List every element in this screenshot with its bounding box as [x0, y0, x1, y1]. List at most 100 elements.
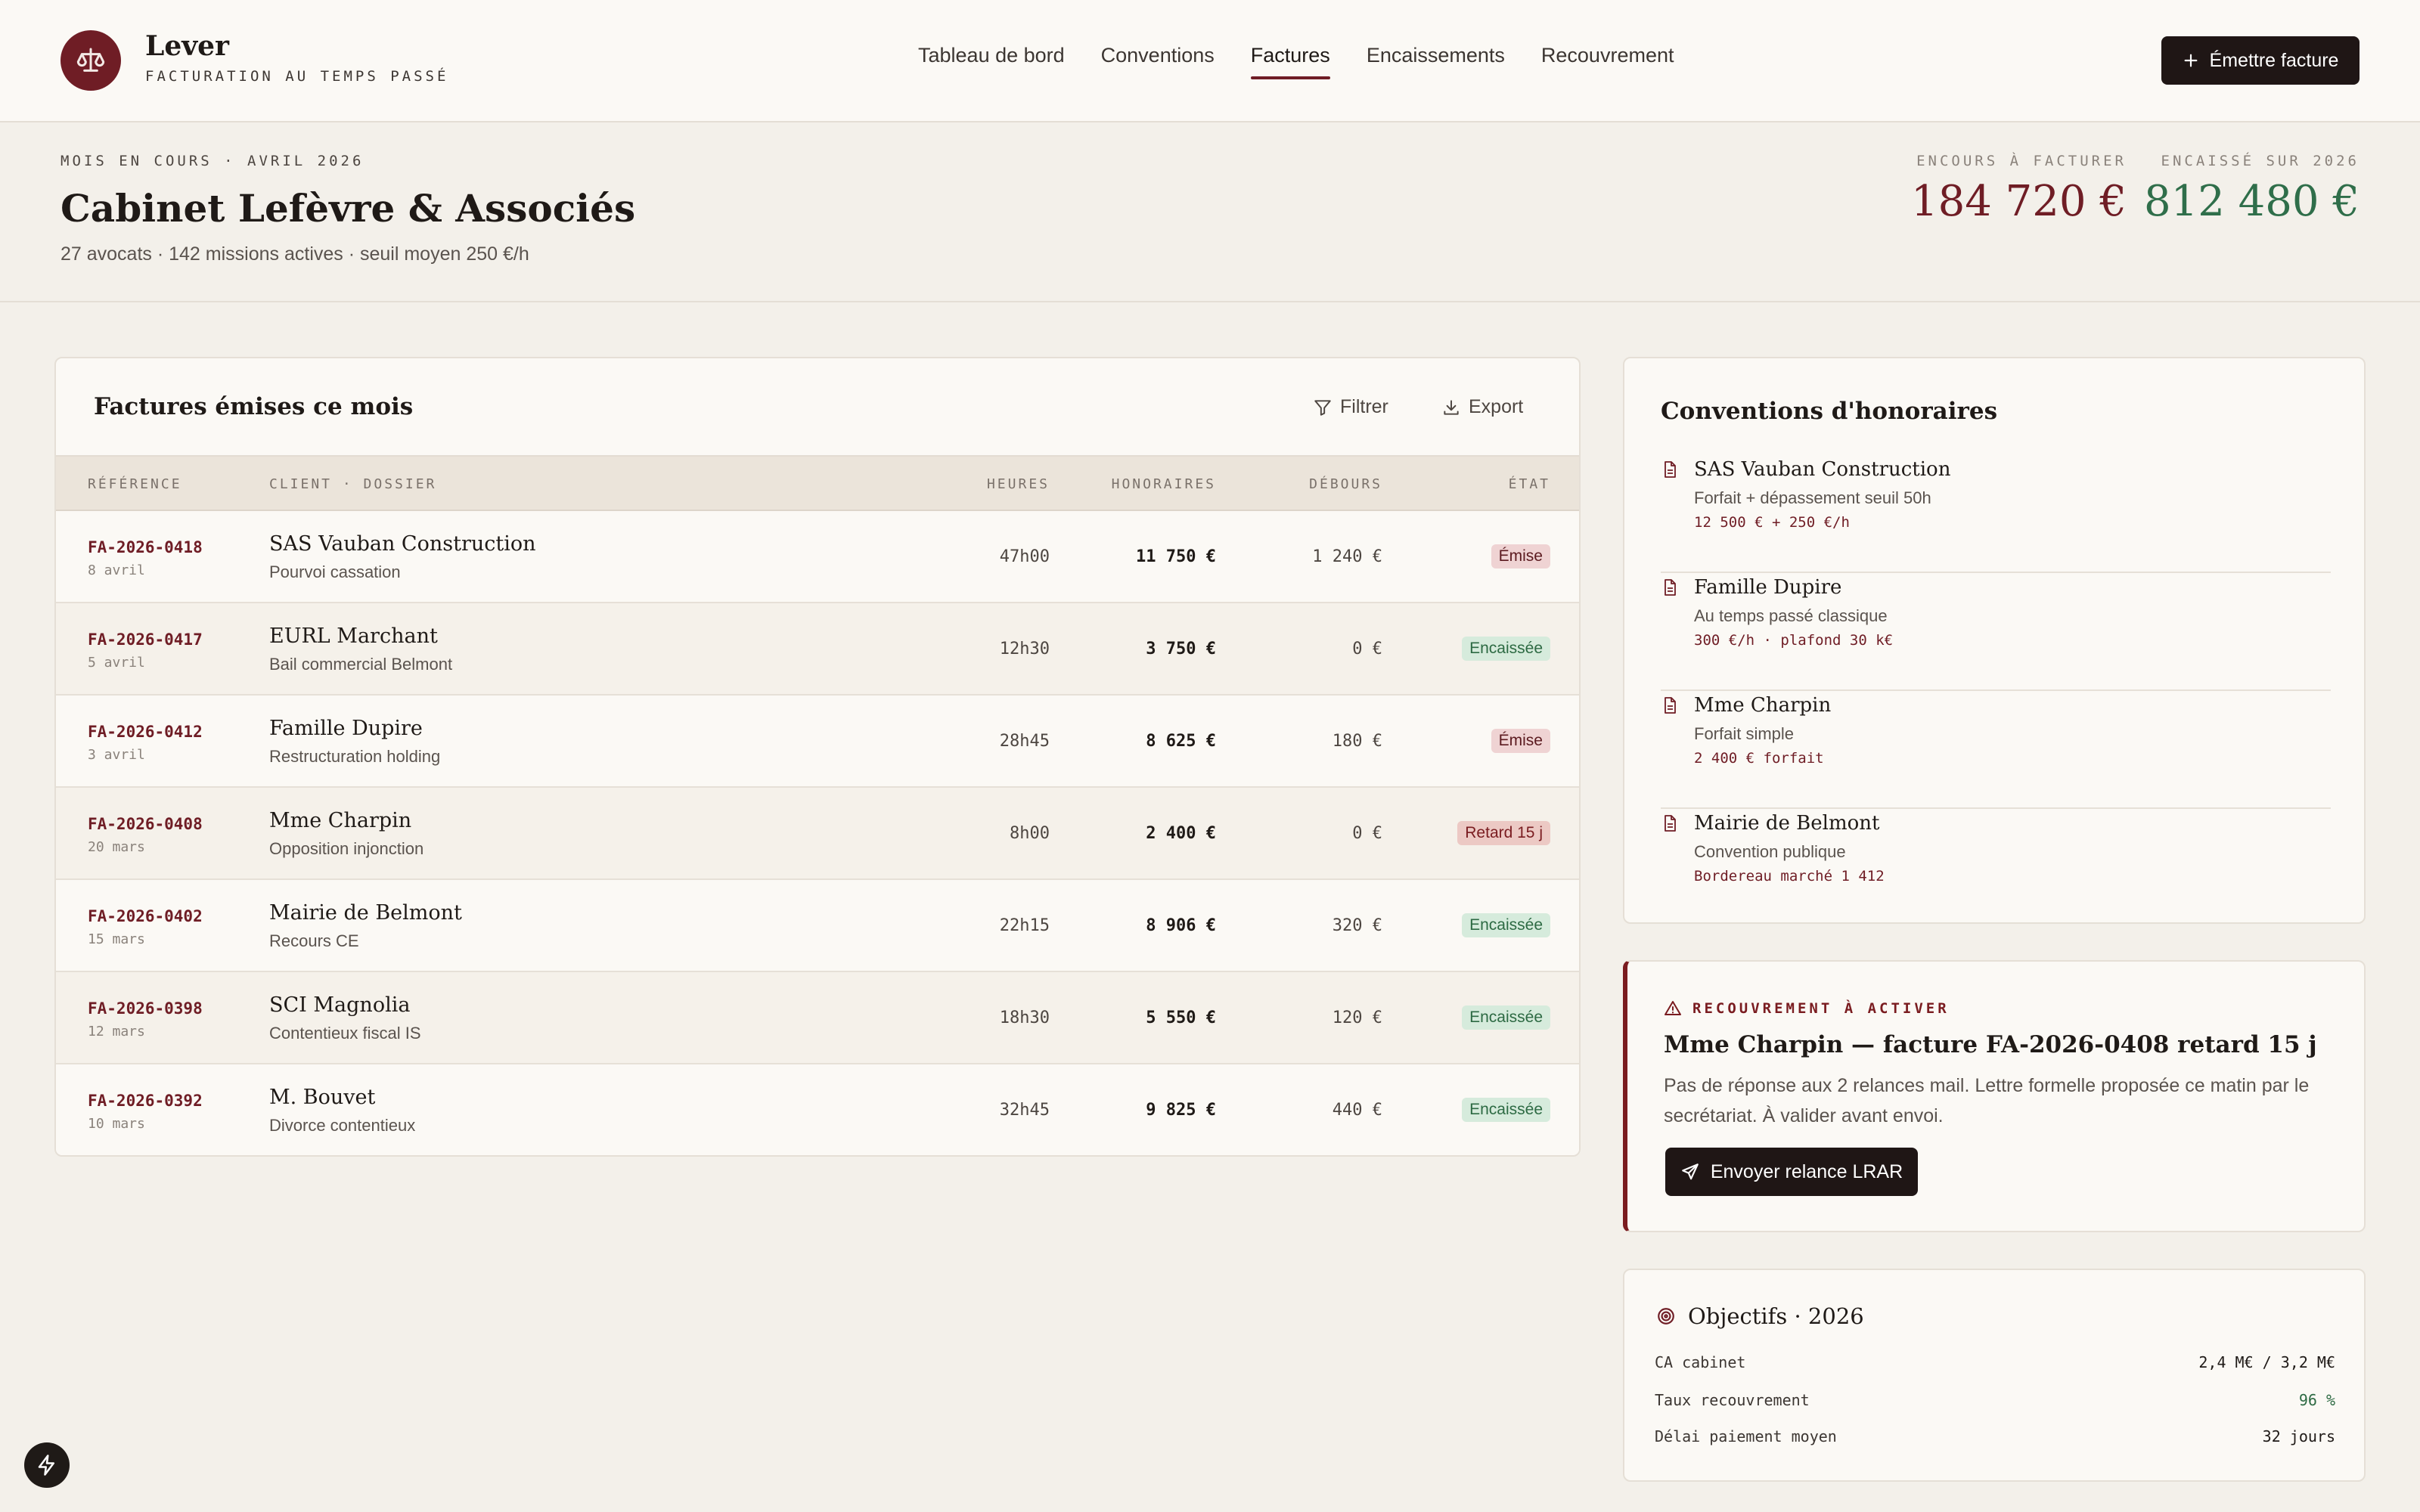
col-hours[interactable]: HEURES — [987, 476, 1050, 492]
objectives-title-label: Objectifs · 2026 — [1688, 1303, 1864, 1329]
table-row[interactable]: FA-2026-0402 15 mars Mairie de Belmont Reco… — [56, 880, 1579, 972]
invoice-ref[interactable]: FA-2026-0412 — [88, 723, 203, 741]
lightning-icon — [38, 1455, 54, 1476]
kpi-encaisse-label: ENCAISSÉ SUR 2026 — [2161, 153, 2360, 169]
objective-row: Taux recouvrement 96 % — [1655, 1391, 2335, 1409]
table-row[interactable]: FA-2026-0408 20 mars Mme Charpin Opposition… — [56, 788, 1579, 880]
invoice-client: Mairie de Belmont — [269, 901, 462, 925]
invoice-client: SAS Vauban Construction — [269, 532, 536, 556]
invoice-ref[interactable]: FA-2026-0408 — [88, 815, 203, 833]
objective-label: Délai paiement moyen — [1655, 1427, 1837, 1445]
status-badge: Encaissée — [1462, 1098, 1550, 1122]
nav-tableau-de-bord[interactable]: Tableau de bord — [900, 36, 1083, 79]
invoice-hours: 18h30 — [999, 1009, 1050, 1027]
invoice-table-body: FA-2026-0418 8 avril SAS Vauban Constructi… — [56, 511, 1579, 1155]
invoice-ref[interactable]: FA-2026-0398 — [88, 999, 203, 1018]
col-client[interactable]: CLIENT · DOSSIER — [269, 476, 436, 492]
table-header: RÉFÉRENCE CLIENT · DOSSIER HEURES HONORA… — [56, 455, 1579, 511]
table-row[interactable]: FA-2026-0398 12 mars SCI Magnolia Contentie… — [56, 972, 1579, 1064]
status-badge: Encaissée — [1462, 1005, 1550, 1030]
convention-desc: Convention publique — [1694, 842, 1846, 861]
invoice-ref[interactable]: FA-2026-0417 — [88, 631, 203, 649]
invoice-dossier: Opposition injonction — [269, 839, 424, 858]
convention-desc: Forfait + dépassement seuil 50h — [1694, 488, 1931, 507]
objective-row: Délai paiement moyen 32 jours — [1655, 1427, 2335, 1445]
quick-action-button[interactable] — [24, 1442, 70, 1488]
invoice-dossier: Pourvoi cassation — [269, 562, 401, 581]
convention-item[interactable]: SAS Vauban Construction Forfait + dépasse… — [1661, 455, 2331, 573]
invoice-client: SCI Magnolia — [269, 993, 411, 1017]
nav-conventions[interactable]: Conventions — [1083, 36, 1233, 79]
nav-recouvrement[interactable]: Recouvrement — [1523, 36, 1692, 79]
alert-body: Pas de réponse aux 2 relances mail. Lett… — [1664, 1075, 2310, 1126]
invoice-fees: 9 825 € — [1146, 1101, 1216, 1120]
brand-logo[interactable] — [60, 30, 121, 91]
invoice-dossier: Bail commercial Belmont — [269, 655, 453, 674]
invoice-debours: 0 € — [1352, 824, 1382, 843]
status-badge: Émise — [1491, 729, 1550, 753]
send-lrar-button[interactable]: Envoyer relance LRAR — [1665, 1148, 1918, 1196]
objective-value: 2,4 M€ / 3,2 M€ — [2198, 1353, 2335, 1371]
convention-terms: 2 400 € forfait — [1694, 750, 1824, 767]
status-badge: Retard 15 j — [1457, 821, 1550, 845]
top-bar: Lever FACTURATION AU TEMPS PASSÉ Tableau… — [0, 0, 2420, 122]
invoice-client: M. Bouvet — [269, 1086, 376, 1109]
kpi-encaisse: ENCAISSÉ SUR 2026 812 480 € — [2144, 153, 2360, 226]
status-badge: Encaissée — [1462, 913, 1550, 937]
invoice-dossier: Restructuration holding — [269, 747, 441, 766]
main-nav: Tableau de bord Conventions Factures Enc… — [900, 36, 1692, 79]
col-ref[interactable]: RÉFÉRENCE — [88, 476, 182, 492]
col-fees[interactable]: HONORAIRES — [1112, 476, 1216, 492]
convention-name: Mme Charpin — [1694, 694, 1832, 717]
status-badge: Encaissée — [1462, 637, 1550, 661]
convention-item[interactable]: Famille Dupire Au temps passé classique 30… — [1661, 573, 2331, 691]
invoice-ref[interactable]: FA-2026-0402 — [88, 907, 203, 925]
col-debours[interactable]: DÉBOURS — [1309, 476, 1382, 492]
nav-factures[interactable]: Factures — [1233, 36, 1348, 79]
invoice-fees: 2 400 € — [1146, 824, 1216, 843]
kpi-encours-value: 184 720 € — [1910, 177, 2127, 226]
invoice-client: Famille Dupire — [269, 717, 423, 740]
alert-eyebrow: RECOUVREMENT À ACTIVER — [1664, 999, 1950, 1018]
invoice-client: EURL Marchant — [269, 624, 438, 648]
convention-terms: 12 500 € + 250 €/h — [1694, 514, 1850, 531]
objective-label: CA cabinet — [1655, 1353, 1746, 1371]
emit-invoice-button[interactable]: Émettre facture — [2161, 36, 2360, 85]
firm-meta: 27 avocats · 142 missions actives · seui… — [60, 243, 529, 265]
table-row[interactable]: FA-2026-0412 3 avril Famille Dupire Restruc… — [56, 696, 1579, 788]
scales-icon — [76, 48, 105, 72]
table-row[interactable]: FA-2026-0417 5 avril EURL Marchant Bail com… — [56, 603, 1579, 696]
warning-icon — [1665, 1001, 1681, 1015]
invoice-client: Mme Charpin — [269, 809, 412, 832]
status-badge: Émise — [1491, 544, 1550, 569]
invoice-date: 3 avril — [88, 747, 145, 763]
invoice-ref[interactable]: FA-2026-0418 — [88, 538, 203, 556]
recovery-alert-card: RECOUVREMENT À ACTIVER Mme Charpin — fac… — [1623, 960, 2366, 1232]
document-icon — [1665, 461, 1676, 478]
target-icon — [1658, 1308, 1674, 1325]
invoice-fees: 8 906 € — [1146, 916, 1216, 935]
filter-button[interactable]: Filtrer — [1313, 396, 1388, 418]
nav-encaissements[interactable]: Encaissements — [1348, 36, 1523, 79]
period-label: MOIS EN COURS · AVRIL 2026 — [60, 153, 365, 169]
invoice-dossier: Recours CE — [269, 931, 359, 950]
convention-item[interactable]: Mme Charpin Forfait simple 2 400 € forfait — [1661, 691, 2331, 809]
objectives-title: Objectifs · 2026 — [1656, 1303, 1864, 1329]
invoice-debours: 1 240 € — [1312, 547, 1382, 566]
convention-item[interactable]: Mairie de Belmont Convention publique Bord… — [1661, 809, 2331, 927]
invoice-debours: 440 € — [1332, 1101, 1382, 1120]
invoice-hours: 12h30 — [999, 640, 1050, 658]
invoices-title: Factures émises ce mois — [94, 393, 414, 420]
table-row[interactable]: FA-2026-0392 10 mars M. Bouvet Divorce cont… — [56, 1064, 1579, 1155]
convention-desc: Au temps passé classique — [1694, 606, 1888, 625]
invoice-ref[interactable]: FA-2026-0392 — [88, 1092, 203, 1110]
convention-terms: 300 €/h · plafond 30 k€ — [1694, 632, 1894, 649]
kpi-encours-label: ENCOURS À FACTURER — [1916, 153, 2127, 169]
col-state[interactable]: ÉTAT — [1509, 476, 1550, 492]
alert-title: Mme Charpin — facture FA-2026-0408 retar… — [1664, 1031, 2317, 1058]
export-button[interactable]: Export — [1441, 396, 1523, 418]
table-row[interactable]: FA-2026-0418 8 avril SAS Vauban Constructi… — [56, 511, 1579, 603]
invoice-hours: 32h45 — [999, 1101, 1050, 1120]
objective-value: 32 jours — [2262, 1427, 2335, 1445]
convention-name: Mairie de Belmont — [1694, 812, 1880, 835]
